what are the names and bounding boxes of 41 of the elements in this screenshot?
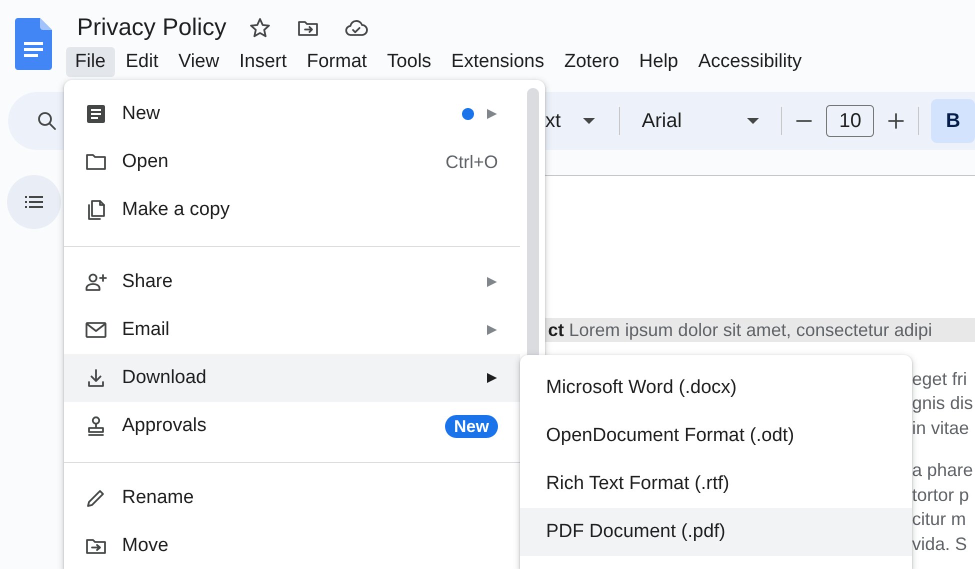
document-text-fragment: citur m — [912, 508, 967, 531]
menu-item[interactable]: Share — [64, 258, 520, 306]
menu-bar-item[interactable]: Zotero — [555, 47, 628, 77]
menu-item[interactable]: New — [64, 90, 520, 138]
star-icon[interactable] — [248, 16, 272, 40]
menu-item[interactable]: OpenDocument Format (.odt) — [520, 412, 912, 460]
shortcut-label: Ctrl+O — [445, 152, 498, 172]
scrollbar[interactable] — [527, 88, 539, 355]
menu-item[interactable]: PDF Document (.pdf) — [520, 508, 912, 556]
menu-bar-item[interactable]: Accessibility — [689, 47, 811, 77]
font-size-field[interactable]: 10 — [826, 105, 874, 137]
document-text-fragment: gnis dis — [912, 392, 974, 415]
menu-item[interactable]: Make a copy — [64, 186, 520, 234]
menu-bar-item[interactable]: Format — [298, 47, 376, 77]
document-text-fragment: in vitae — [912, 416, 970, 440]
menu-item[interactable]: Download — [64, 354, 520, 402]
menu-bar-item[interactable]: Insert — [230, 47, 296, 77]
document-text-fragment: tortor p — [912, 484, 970, 507]
bold-button[interactable]: B — [931, 99, 975, 143]
document-text-fragment: a phare — [912, 459, 974, 482]
menu-bar-item[interactable]: View — [169, 47, 228, 77]
new-badge: New — [445, 414, 498, 438]
font-dropdown[interactable]: Arial — [636, 110, 742, 132]
menu-bar-item[interactable]: Extensions — [442, 47, 554, 77]
menu-item[interactable]: Approvals New — [64, 402, 520, 450]
document-text-fragment: vida. S — [912, 532, 968, 556]
docs-logo-icon[interactable] — [15, 18, 52, 70]
menu-bar-item[interactable]: File — [66, 47, 115, 77]
menu-item[interactable]: Rich Text Format (.rtf) — [520, 460, 912, 508]
menu-bar-item[interactable]: Help — [630, 47, 688, 77]
document-title[interactable]: Privacy Policy — [75, 12, 228, 44]
menu-item[interactable]: Rename — [64, 474, 520, 522]
document-text-fragment: eget fri — [912, 368, 968, 391]
menu-bar-item[interactable]: Edit — [116, 47, 168, 77]
search-icon[interactable] — [35, 109, 59, 133]
menu-item[interactable]: Move — [64, 522, 520, 569]
menu-item[interactable]: Open Ctrl+O — [64, 138, 520, 186]
menu-item[interactable]: Microsoft Word (.docx) — [520, 364, 912, 412]
document-icon — [84, 102, 108, 126]
style-dropdown[interactable]: xt — [545, 110, 567, 132]
menu-bar-item[interactable]: Tools — [378, 47, 440, 77]
